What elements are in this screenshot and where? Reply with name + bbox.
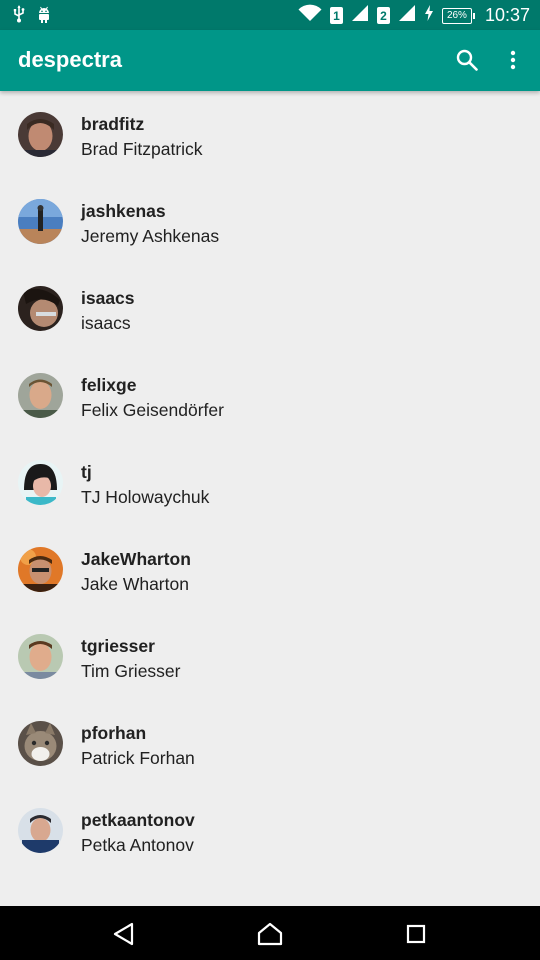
full-name: Patrick Forhan <box>81 748 195 768</box>
full-name: Felix Geisendörfer <box>81 400 224 420</box>
more-vert-icon <box>510 50 516 70</box>
avatar <box>18 199 63 244</box>
list-item[interactable]: petkaantonov Petka Antonov <box>0 787 540 874</box>
full-name: isaacs <box>81 313 131 333</box>
status-bar: 1 2 26% 10:37 <box>0 0 540 30</box>
battery-level: 26% <box>441 7 472 24</box>
avatar <box>18 286 63 331</box>
back-icon <box>113 922 134 946</box>
username: JakeWharton <box>81 549 191 569</box>
signal-icon <box>398 4 416 27</box>
list-item[interactable]: tgriesser Tim Griesser <box>0 613 540 700</box>
full-name: Jeremy Ashkenas <box>81 226 220 246</box>
usb-icon <box>12 5 26 28</box>
wifi-icon <box>298 4 322 27</box>
full-name: Tim Griesser <box>81 661 181 681</box>
app-title: despectra <box>18 47 122 72</box>
full-name: Petka Antonov <box>81 835 194 855</box>
signal-icon <box>351 4 369 27</box>
user-list: bradfitz Brad Fitzpatrick jashkenas Jere… <box>0 91 540 874</box>
avatar <box>18 547 63 592</box>
app-bar: despectra <box>0 30 540 91</box>
full-name: Jake Wharton <box>81 574 189 594</box>
username: bradfitz <box>81 114 145 134</box>
username: jashkenas <box>81 201 166 221</box>
list-item[interactable]: isaacs isaacs <box>0 265 540 352</box>
sim2-badge: 2 <box>376 7 390 24</box>
battery-icon: 26% <box>441 7 475 24</box>
recents-icon <box>406 924 426 944</box>
list-item[interactable]: felixge Felix Geisendörfer <box>0 352 540 439</box>
list-item[interactable]: jashkenas Jeremy Ashkenas <box>0 178 540 265</box>
username: felixge <box>81 375 137 395</box>
system-icons: 1 2 26% 10:37 <box>298 4 530 27</box>
home-button[interactable] <box>256 920 284 948</box>
full-name: Brad Fitzpatrick <box>81 139 203 159</box>
app-actions <box>454 47 526 73</box>
avatar <box>18 634 63 679</box>
clock: 10:37 <box>484 5 530 25</box>
avatar <box>18 808 63 853</box>
avatar <box>18 373 63 418</box>
android-icon <box>36 5 52 28</box>
back-button[interactable] <box>110 920 138 948</box>
username: pforhan <box>81 723 147 743</box>
username: petkaantonov <box>81 810 195 830</box>
list-item[interactable]: JakeWharton Jake Wharton <box>0 526 540 613</box>
search-button[interactable] <box>454 47 480 73</box>
recents-button[interactable] <box>402 920 430 948</box>
search-icon <box>456 49 478 71</box>
avatar <box>18 112 63 157</box>
charging-icon <box>424 5 434 26</box>
list-item[interactable]: tj TJ Holowaychuk <box>0 439 540 526</box>
list-item[interactable]: pforhan Patrick Forhan <box>0 700 540 787</box>
sim1-badge: 1 <box>329 7 343 24</box>
overflow-menu-button[interactable] <box>500 47 526 73</box>
username: tgriesser <box>81 636 155 656</box>
avatar <box>18 460 63 505</box>
list-item[interactable]: bradfitz Brad Fitzpatrick <box>0 91 540 178</box>
navigation-bar <box>0 906 540 960</box>
username: tj <box>81 462 92 482</box>
full-name: TJ Holowaychuk <box>81 487 210 507</box>
notification-icons <box>12 5 52 28</box>
username: isaacs <box>81 288 135 308</box>
avatar <box>18 721 63 766</box>
home-icon <box>257 922 283 946</box>
